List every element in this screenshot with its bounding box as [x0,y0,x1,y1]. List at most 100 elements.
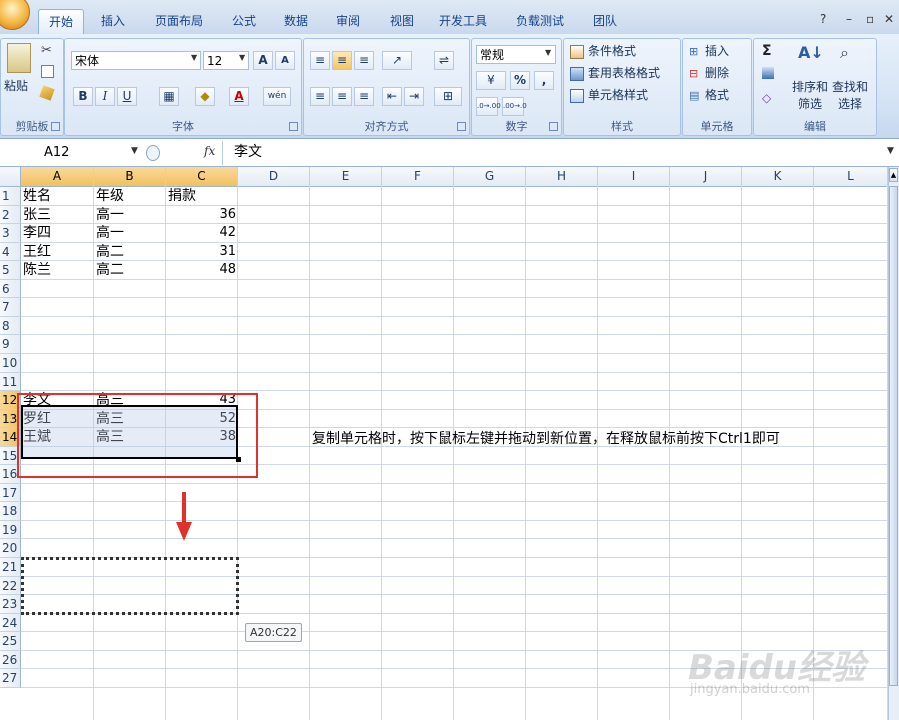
clear-icon[interactable]: ◇ [762,91,771,105]
increase-decimal-button[interactable]: .0→.00 [476,97,501,116]
align-center-icon[interactable]: ≡ [332,87,352,106]
decrease-indent-icon[interactable]: ⇤ [382,87,402,106]
cell-b3[interactable]: 高一 [94,224,166,242]
chevron-down-icon[interactable]: ▼ [191,53,197,62]
row-header-18[interactable]: 18 [0,502,21,521]
help-icon[interactable]: ? [820,12,826,26]
align-top-icon[interactable]: ≡ [310,51,330,70]
row-header-6[interactable]: 6 [0,280,21,298]
cell-c2[interactable]: 36 [166,206,238,224]
increase-indent-icon[interactable]: ⇥ [404,87,424,106]
column-header-a[interactable]: A [21,167,94,186]
cell-c3[interactable]: 42 [166,224,238,242]
cell-a4[interactable]: 王红 [21,243,94,261]
row-header-25[interactable]: 25 [0,632,21,651]
expand-formula-icon[interactable]: ▼ [887,146,894,156]
column-header-b[interactable]: B [94,167,166,186]
font-color-button[interactable]: A [229,87,249,106]
function-icon[interactable]: fx [204,144,215,158]
row-header-17[interactable]: 17 [0,484,21,502]
align-middle-icon[interactable]: ≡ [332,51,352,70]
italic-button[interactable]: I [95,87,115,106]
tab-home[interactable]: 开始 [38,9,84,34]
percent-button[interactable]: % [510,71,530,90]
row-header-5[interactable]: 5 [0,261,21,280]
insert-button[interactable]: 插入 [705,42,729,61]
number-launcher-icon[interactable] [549,122,558,131]
cut-icon[interactable]: ✂ [41,43,52,58]
comma-button[interactable]: , [534,71,554,90]
merge-center-icon[interactable]: ⊞ [434,87,462,106]
row-header-4[interactable]: 4 [0,243,21,261]
column-header-d[interactable]: D [238,167,310,186]
row-header-1[interactable]: 1 [0,187,21,206]
copy-icon[interactable] [41,65,54,78]
cell-c5[interactable]: 48 [166,261,238,279]
align-left-icon[interactable]: ≡ [310,87,330,106]
cell-c4[interactable]: 31 [166,243,238,261]
currency-icon[interactable]: ¥ [476,71,506,90]
delete-button[interactable]: 删除 [705,64,729,83]
clipboard-launcher-icon[interactable] [51,122,60,131]
cell-a5[interactable]: 陈兰 [21,261,94,279]
cell-a1[interactable]: 姓名 [21,187,94,205]
row-header-21[interactable]: 21 [0,558,21,577]
row-header-20[interactable]: 20 [0,539,21,558]
format-as-table-button[interactable]: 套用表格格式 [588,64,660,83]
restore-icon[interactable]: ▫ [866,12,874,26]
minimize-icon[interactable]: – [846,12,852,26]
cell-a2[interactable]: 张三 [21,206,94,224]
cell-b5[interactable]: 高二 [94,261,166,279]
phonetic-button[interactable]: wén [263,87,291,106]
row-header-7[interactable]: 7 [0,298,21,317]
cell-b4[interactable]: 高二 [94,243,166,261]
tab-item[interactable]: 负载测试 [505,9,575,33]
row-header-26[interactable]: 26 [0,651,21,669]
tab-item[interactable]: 页面布局 [143,9,215,33]
row-header-3[interactable]: 3 [0,224,21,243]
wrap-text-icon[interactable]: ⇌ [434,51,454,70]
column-header-j[interactable]: J [670,167,742,186]
find-select-button[interactable]: 查找和 选择 [832,79,868,113]
row-header-10[interactable]: 10 [0,354,21,373]
column-header-c[interactable]: C [166,167,238,186]
tab-item[interactable]: 团队 [583,9,627,33]
fill-icon[interactable] [762,67,774,79]
align-bottom-icon[interactable]: ≡ [354,51,374,70]
underline-button[interactable]: U [117,87,137,106]
chevron-down-icon[interactable]: ▼ [131,146,138,156]
tab-item[interactable]: 插入 [91,9,135,33]
format-button[interactable]: 格式 [705,86,729,105]
format-painter-icon[interactable] [39,85,55,101]
grow-font-button[interactable]: A [253,51,273,70]
name-box[interactable]: A12 [0,143,145,162]
alignment-launcher-icon[interactable] [457,122,466,131]
formula-bar-handle-icon[interactable] [146,145,160,161]
bold-button[interactable]: B [73,87,93,106]
tab-item[interactable]: 公式 [222,9,266,33]
paste-button[interactable]: 粘贴 [4,77,28,96]
chevron-down-icon[interactable]: ▼ [239,53,245,62]
column-header-g[interactable]: G [454,167,526,186]
cell-a3[interactable]: 李四 [21,224,94,242]
row-header-8[interactable]: 8 [0,317,21,335]
row-header-9[interactable]: 9 [0,335,21,354]
column-header-h[interactable]: H [526,167,598,186]
tab-item[interactable]: 数据 [274,9,318,33]
scroll-up-icon[interactable]: ▲ [889,168,898,182]
chevron-down-icon[interactable]: ▼ [545,48,551,57]
cell-b2[interactable]: 高一 [94,206,166,224]
column-header-e[interactable]: E [310,167,382,186]
cell-b1[interactable]: 年级 [94,187,166,205]
row-header-11[interactable]: 11 [0,373,21,391]
column-header-k[interactable]: K [742,167,814,186]
tab-item[interactable]: 审阅 [326,9,370,33]
formula-input[interactable]: 李文 [234,143,262,162]
column-header-i[interactable]: I [598,167,670,186]
conditional-format-button[interactable]: 条件格式 [588,42,636,61]
decrease-decimal-button[interactable]: .00→.0 [502,97,527,116]
row-header-23[interactable]: 23 [0,595,21,614]
shrink-font-button[interactable]: A [275,51,295,70]
align-right-icon[interactable]: ≡ [354,87,374,106]
select-all-corner[interactable] [0,167,21,186]
